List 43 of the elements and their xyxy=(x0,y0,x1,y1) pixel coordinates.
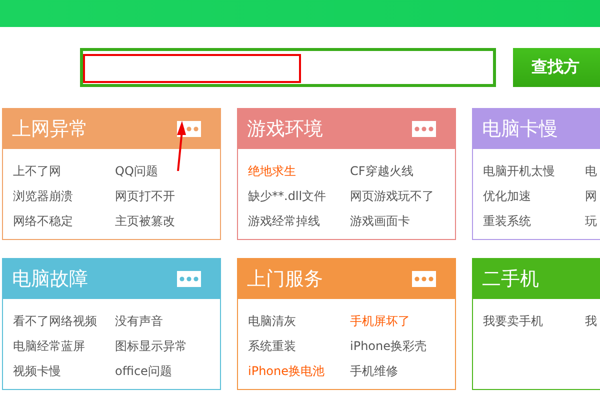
topic-link[interactable]: 网页打不开 xyxy=(115,187,225,205)
topic-link[interactable]: CF穿越火线 xyxy=(350,162,460,180)
topic-link[interactable]: 游戏画面卡 xyxy=(350,212,460,230)
topic-link[interactable]: QQ问题 xyxy=(115,162,225,180)
more-icon xyxy=(179,276,199,282)
card-title: 上门服务 xyxy=(247,266,323,292)
card-title: 游戏环境 xyxy=(247,116,323,142)
more-button[interactable] xyxy=(411,270,437,288)
topic-link[interactable]: 主页被篡改 xyxy=(115,212,225,230)
card-title: 上网异常 xyxy=(12,116,88,142)
card-title: 二手机 xyxy=(482,266,539,292)
topic-link[interactable]: 上不了网 xyxy=(13,162,115,180)
more-button[interactable] xyxy=(176,270,202,288)
more-icon xyxy=(414,276,434,282)
topic-link[interactable]: 电 xyxy=(585,162,600,180)
topic-link[interactable]: 图标显示异常 xyxy=(115,337,225,355)
topic-link[interactable]: 视频卡慢 xyxy=(13,362,115,380)
topic-link[interactable]: 电脑开机太慢 xyxy=(483,162,585,180)
topic-link[interactable]: 没有声音 xyxy=(115,312,225,330)
topic-link[interactable]: 网页游戏玩不了 xyxy=(350,187,460,205)
topic-link[interactable]: 电脑经常蓝屏 xyxy=(13,337,115,355)
search-field[interactable] xyxy=(80,48,496,87)
topic-link[interactable]: 网 xyxy=(585,187,600,205)
topic-link[interactable]: 看不了网络视频 xyxy=(13,312,115,330)
card-title: 电脑故障 xyxy=(12,266,88,292)
topic-link[interactable]: 优化加速 xyxy=(483,187,585,205)
topic-link[interactable]: 重装系统 xyxy=(483,212,585,230)
more-icon xyxy=(414,126,434,132)
topic-link[interactable]: 我要卖手机 xyxy=(483,312,585,330)
topic-link[interactable]: 缺少**.dll文件 xyxy=(248,187,350,205)
topic-link[interactable]: 玩 xyxy=(585,212,600,230)
topic-link[interactable]: 游戏经常掉线 xyxy=(248,212,350,230)
topic-link[interactable]: 系统重装 xyxy=(248,337,350,355)
arrow-annotation xyxy=(174,121,188,171)
topic-link[interactable]: 我 xyxy=(585,312,600,330)
topic-link[interactable]: 浏览器崩溃 xyxy=(13,187,115,205)
more-button[interactable] xyxy=(411,120,437,138)
topic-link[interactable]: 电脑清灰 xyxy=(248,312,350,330)
card-title: 电脑卡慢 xyxy=(482,116,558,142)
topic-link[interactable]: 网络不稳定 xyxy=(13,212,115,230)
topic-link[interactable]: office问题 xyxy=(115,362,225,380)
topic-link[interactable]: 手机维修 xyxy=(350,362,460,380)
topic-link[interactable]: iPhone换彩壳 xyxy=(350,337,460,355)
